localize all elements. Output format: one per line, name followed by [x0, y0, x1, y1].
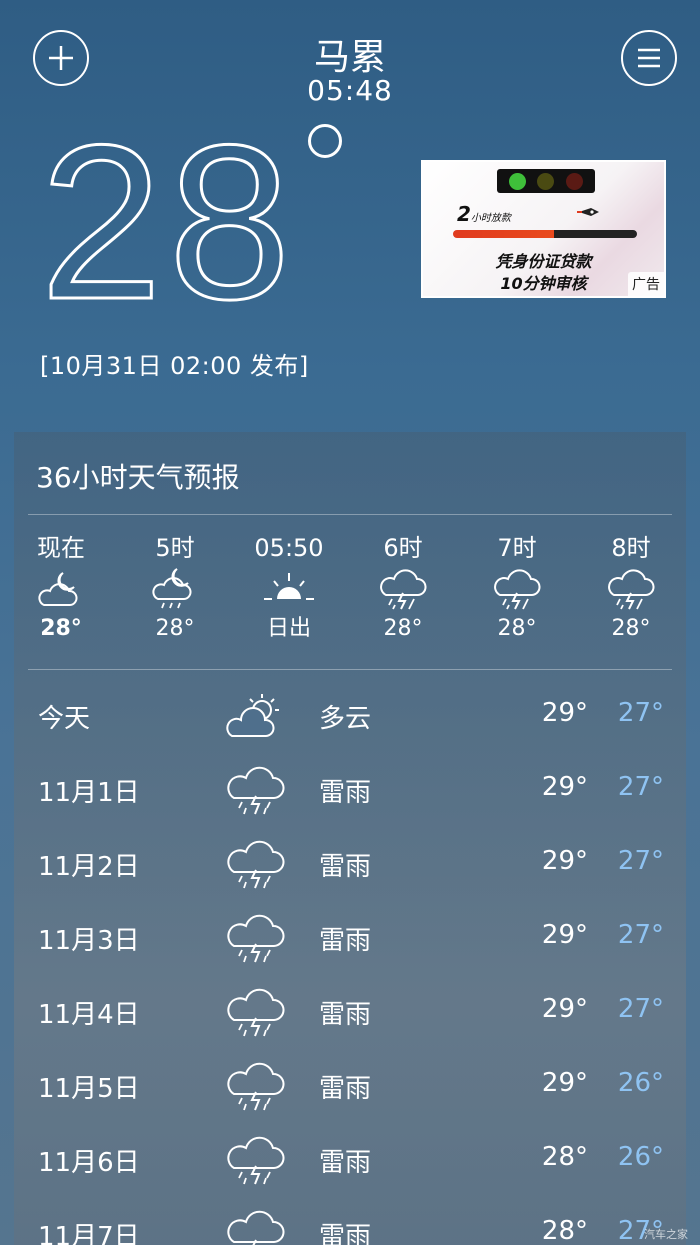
- day-high: 28°: [541, 1142, 588, 1172]
- partly-cloudy-icon: [226, 694, 279, 737]
- day-condition: 雷雨: [319, 778, 372, 808]
- rocket-icon: [577, 208, 599, 216]
- day-high: 29°: [541, 772, 588, 802]
- hour-value: 日出: [266, 616, 311, 641]
- thunderstorm-icon: [494, 569, 541, 610]
- day-date: 今天: [38, 704, 91, 734]
- thunderstorm-icon: [227, 988, 285, 1037]
- divider: [28, 669, 672, 670]
- hour-label: 6时: [383, 534, 423, 562]
- hour-item: 现在 28°: [14, 532, 116, 644]
- daily-row[interactable]: 11月4日 雷雨 29° 27°: [14, 978, 686, 1052]
- light-red: [566, 172, 584, 190]
- day-date: 11月1日: [38, 778, 140, 808]
- hour-label: 8时: [611, 534, 651, 562]
- day-date: 11月4日: [38, 1000, 140, 1030]
- daily-row[interactable]: 今天 多云 29° 27°: [14, 682, 686, 756]
- daily-row[interactable]: 11月3日 雷雨 29° 27°: [14, 904, 686, 978]
- hourly-forecast[interactable]: 现在 28° 5时 28° 05:50 日出 6时 28° 7时 28° 8时 …: [14, 532, 686, 662]
- day-condition: 雷雨: [319, 852, 372, 882]
- day-date: 11月2日: [38, 852, 140, 882]
- light-green: [508, 172, 526, 190]
- day-low: 27°: [617, 994, 664, 1024]
- degree-symbol-icon: [308, 124, 342, 158]
- hour-value: 28°: [383, 616, 423, 641]
- day-condition: 雷雨: [319, 926, 372, 956]
- day-low: 27°: [617, 772, 664, 802]
- daily-row[interactable]: 11月5日 雷雨 29° 26°: [14, 1052, 686, 1126]
- day-high: 29°: [541, 846, 588, 876]
- ad-line1: 凭身份证贷款: [495, 252, 592, 271]
- day-high: 29°: [541, 920, 588, 950]
- day-condition: 雷雨: [319, 1074, 372, 1104]
- moon-cloud-icon: [38, 572, 78, 606]
- moon-cloud-rain-icon: [152, 568, 192, 609]
- ad-hours-number: 2: [457, 202, 471, 226]
- hour-label: 05:50: [254, 534, 324, 562]
- ad-hours: 2小时放款: [457, 202, 511, 226]
- hour-item: 05:50 日出: [234, 532, 344, 644]
- day-condition: 雷雨: [319, 1222, 372, 1245]
- hour-value: 28°: [40, 616, 82, 641]
- traffic-light-icon: [497, 169, 595, 193]
- hour-value: 28°: [611, 616, 651, 641]
- ad-progress-bar: [453, 230, 637, 238]
- hour-label: 5时: [155, 534, 195, 562]
- current-temperature: 28: [39, 99, 297, 345]
- thunderstorm-icon: [227, 1210, 285, 1245]
- day-date: 11月3日: [38, 926, 140, 956]
- day-low: 26°: [617, 1142, 664, 1172]
- forecast-panel: 36小时天气预报 现在 28° 5时 28° 05:50 日出 6时 28° 7…: [14, 432, 686, 1245]
- hour-value: 28°: [155, 616, 195, 641]
- hour-item: 7时 28°: [462, 532, 572, 644]
- day-date: 11月5日: [38, 1074, 140, 1104]
- day-condition: 雷雨: [319, 1148, 372, 1178]
- hour-value: 28°: [497, 616, 537, 641]
- daily-row[interactable]: 11月2日 雷雨 29° 27°: [14, 830, 686, 904]
- light-yellow: [537, 172, 555, 190]
- thunderstorm-icon: [227, 914, 285, 963]
- ad-hours-text: 小时放款: [470, 213, 511, 224]
- menu-button[interactable]: [621, 30, 677, 86]
- day-date: 11月7日: [38, 1222, 140, 1245]
- thunderstorm-icon: [608, 569, 655, 610]
- thunderstorm-icon: [227, 1136, 285, 1185]
- hour-label: 现在: [37, 534, 85, 562]
- thunderstorm-icon: [227, 1062, 285, 1111]
- ad-banner[interactable]: 2小时放款 凭身份证贷款 10分钟审核 广告: [421, 160, 666, 298]
- hour-item: 5时 28°: [120, 532, 230, 644]
- day-high: 29°: [541, 698, 588, 728]
- day-condition: 多云: [319, 704, 372, 734]
- daily-row[interactable]: 11月6日 雷雨 28° 26°: [14, 1126, 686, 1200]
- ad-badge: 广告: [628, 272, 664, 296]
- publish-time: [10月31日 02:00 发布]: [40, 352, 309, 380]
- sunrise-icon: [264, 573, 314, 600]
- forecast36-title: 36小时天气预报: [36, 461, 240, 494]
- watermark: 汽车之家: [644, 1228, 688, 1241]
- thunderstorm-icon: [227, 766, 285, 815]
- thunderstorm-icon: [380, 569, 427, 610]
- day-low: 26°: [617, 1068, 664, 1098]
- hour-label: 7时: [497, 534, 537, 562]
- daily-row[interactable]: 11月1日 雷雨 29° 27°: [14, 756, 686, 830]
- daily-row[interactable]: 11月7日 雷雨 28° 27°: [14, 1200, 686, 1245]
- day-date: 11月6日: [38, 1148, 140, 1178]
- day-low: 27°: [617, 698, 664, 728]
- thunderstorm-icon: [227, 840, 285, 889]
- header: 马累 05:48: [0, 0, 700, 110]
- menu-icon: [638, 48, 660, 68]
- divider: [28, 514, 672, 515]
- day-high: 29°: [541, 994, 588, 1024]
- day-low: 27°: [617, 920, 664, 950]
- day-condition: 雷雨: [319, 1000, 372, 1030]
- city-name: 马累: [313, 37, 386, 78]
- day-high: 29°: [541, 1068, 588, 1098]
- hour-item: 8时 28°: [576, 532, 686, 644]
- day-low: 27°: [617, 846, 664, 876]
- hour-item: 6时 28°: [348, 532, 458, 644]
- day-high: 28°: [541, 1216, 588, 1245]
